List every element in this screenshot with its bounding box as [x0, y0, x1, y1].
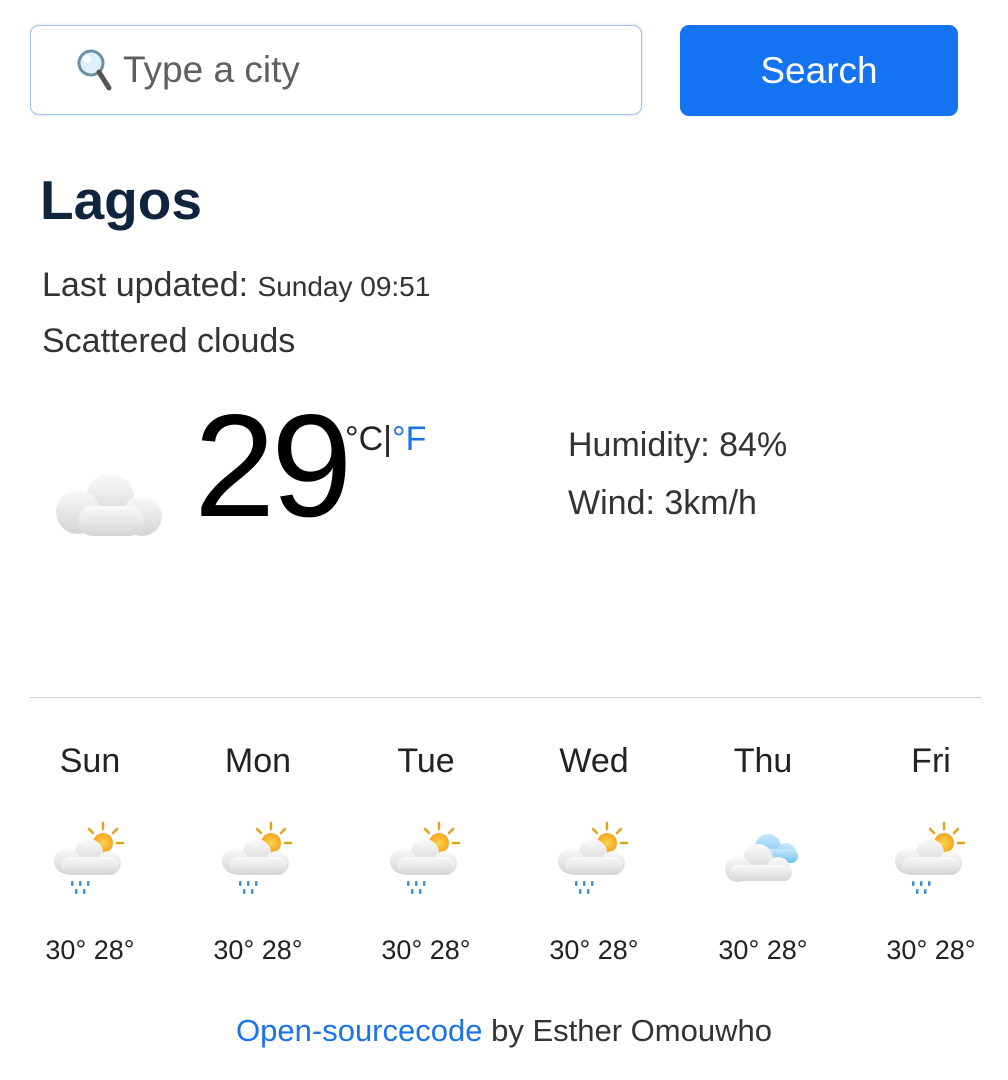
last-updated-time: Sunday 09:51: [257, 271, 431, 302]
forecast-day: Sun 30° 28°: [10, 742, 170, 966]
unit-switcher: °C|°F: [345, 420, 426, 459]
footer-credit: by Esther Omouwho: [482, 1013, 772, 1048]
forecast: Sun 30° 28° Mon 30° 28° Tue 30° 28° Wed …: [0, 742, 1008, 992]
forecast-day: Wed 30° 28°: [514, 742, 674, 966]
forecast-day-name: Sun: [59, 742, 121, 780]
footer: Open-sourcecode by Esther Omouwho: [0, 1013, 1008, 1049]
forecast-temps: 30° 28°: [213, 935, 303, 965]
forecast-temps: 30° 28°: [45, 935, 135, 965]
sun-cloud-rain-icon: [54, 821, 125, 894]
search-box[interactable]: [30, 25, 642, 115]
forecast-day: Mon 30° 28°: [178, 742, 338, 966]
divider: [30, 697, 981, 698]
sun-cloud-rain-icon: [558, 821, 629, 894]
forecast-day-name: Mon: [224, 742, 292, 780]
forecast-day: Fri 30° 28°: [851, 742, 1008, 966]
search-row: Search: [30, 25, 960, 117]
city-name: Lagos: [40, 169, 202, 231]
forecast-temps: 30° 28°: [718, 935, 808, 965]
sun-cloud-rain-icon: [390, 821, 461, 894]
cloud-icon: [56, 474, 162, 536]
temperature-value: 29: [194, 384, 352, 547]
magnifier-icon: [77, 49, 112, 91]
forecast-temps: 30° 28°: [886, 935, 976, 965]
forecast-temps: 30° 28°: [549, 935, 639, 965]
forecast-day-name: Tue: [397, 742, 455, 780]
sun-cloud-rain-icon: [895, 821, 966, 894]
celsius-unit[interactable]: °C: [345, 420, 383, 458]
humidity: Humidity: 84%: [568, 426, 788, 464]
last-updated-label: Last updated:: [42, 266, 249, 304]
sun-cloud-rain-icon: [222, 821, 293, 894]
fahrenheit-link[interactable]: °F: [392, 420, 426, 458]
forecast-day: Tue 30° 28°: [346, 742, 506, 966]
unit-separator: |: [383, 420, 392, 458]
search-input[interactable]: [123, 49, 593, 91]
forecast-day-name: Fri: [911, 742, 951, 780]
forecast-day-name: Wed: [559, 742, 629, 780]
cloudy-icon: [725, 834, 798, 882]
weather-details: Humidity: 84% Wind: 3km/h: [568, 416, 787, 532]
forecast-day-name: Thu: [733, 742, 793, 780]
source-code-link[interactable]: Open-sourcecode: [236, 1013, 482, 1048]
last-updated: Last updated: Sunday 09:51: [42, 266, 430, 305]
forecast-day: Thu 30° 28°: [683, 742, 843, 966]
weather-description: Scattered clouds: [42, 322, 296, 360]
search-button[interactable]: Search: [680, 25, 958, 116]
forecast-temps: 30° 28°: [381, 935, 471, 965]
wind: Wind: 3km/h: [568, 484, 757, 522]
